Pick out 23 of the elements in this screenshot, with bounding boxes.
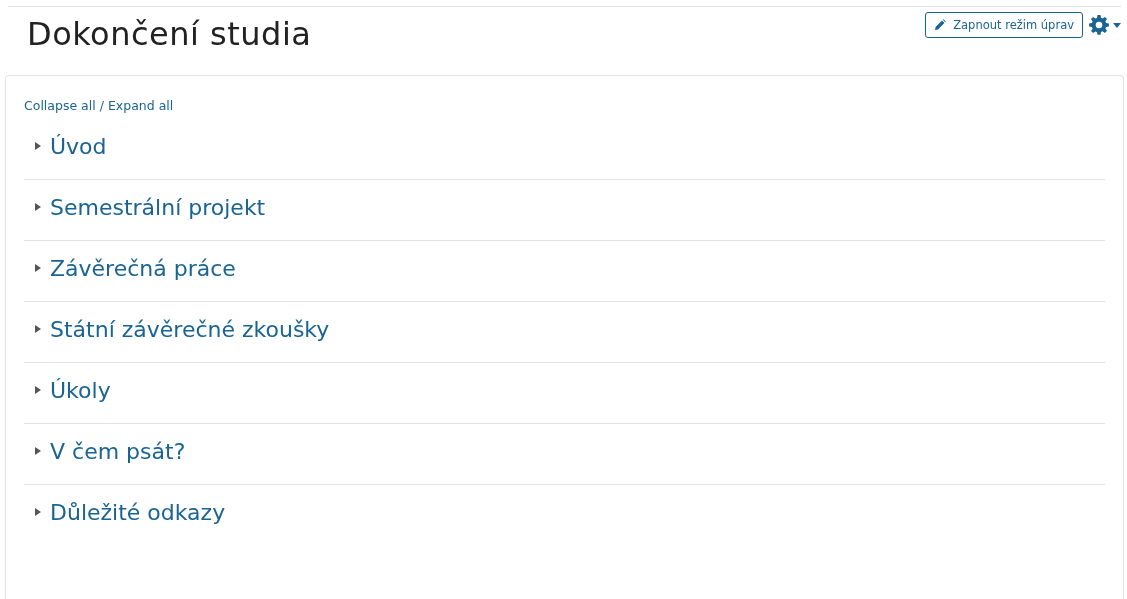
caret-right-icon[interactable] <box>34 324 42 334</box>
separator-text: / <box>99 98 104 113</box>
expand-all-link[interactable]: Expand all <box>107 98 174 113</box>
section-title[interactable]: Státní závěrečné zkoušky <box>50 316 330 342</box>
caret-right-icon[interactable] <box>34 507 42 517</box>
section-title[interactable]: Úvod <box>50 133 107 159</box>
settings-menu-button[interactable] <box>1089 15 1121 35</box>
caret-right-icon[interactable] <box>34 385 42 395</box>
section-title[interactable]: V čem psát? <box>50 438 186 464</box>
page-title: Dokončení studia <box>27 15 312 53</box>
caret-right-icon[interactable] <box>34 202 42 212</box>
section-title[interactable]: Závěrečná práce <box>50 255 236 281</box>
caret-right-icon[interactable] <box>34 141 42 151</box>
caret-icon <box>1113 22 1121 28</box>
caret-right-icon[interactable] <box>34 263 42 273</box>
section-title[interactable]: Semestrální projekt <box>50 194 266 220</box>
collapse-all-link[interactable]: Collapse all <box>24 98 96 113</box>
section-title[interactable]: Úkoly <box>50 377 111 403</box>
edit-mode-button[interactable]: Zapnout režim úprav <box>925 12 1083 38</box>
section-title[interactable]: Důležité odkazy <box>50 499 226 525</box>
caret-right-icon[interactable] <box>34 446 42 456</box>
settings-icon <box>1089 15 1109 35</box>
pencil-icon <box>934 19 947 31</box>
